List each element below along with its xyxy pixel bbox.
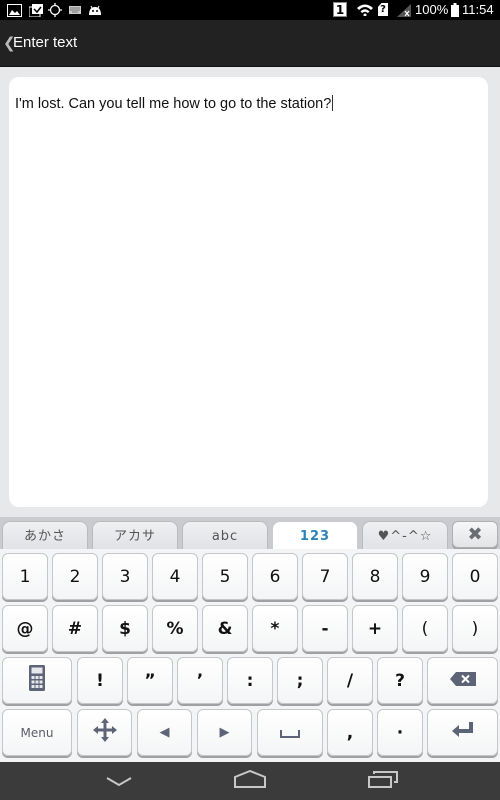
soft-keyboard: あかさ アカサ abc 123 ♥^-^☆ ✖ 1 2 3 4 5 6 7 8 …: [0, 517, 500, 762]
key-ampersand[interactable]: &: [202, 605, 248, 652]
key-6[interactable]: 6: [252, 553, 298, 600]
menu-button[interactable]: Menu: [2, 709, 72, 756]
key-8[interactable]: 8: [352, 553, 398, 600]
key-double-quote[interactable]: ”: [127, 657, 173, 704]
enter-icon: [451, 722, 474, 743]
space-button[interactable]: [257, 709, 323, 756]
tab-katakana[interactable]: アカサ: [92, 521, 178, 551]
gps-target-icon: [48, 3, 62, 17]
right-arrow-icon: ▶: [219, 725, 230, 740]
key-1[interactable]: 1: [2, 553, 48, 600]
nav-recent-apps-button[interactable]: [358, 768, 408, 794]
clock: 11:54: [462, 2, 494, 17]
key-minus[interactable]: -: [302, 605, 348, 652]
recent-apps-icon: [368, 770, 398, 792]
key-exclamation[interactable]: !: [77, 657, 123, 704]
key-colon[interactable]: :: [227, 657, 273, 704]
text-input-value: I'm lost. Can you tell me how to go to t…: [15, 96, 332, 112]
action-bar: ❮ Enter text: [0, 20, 500, 67]
back-down-icon: [106, 772, 132, 791]
status-bar: 1 ? 100% 11:54: [0, 0, 500, 20]
close-icon: ✖: [467, 524, 483, 545]
key-9[interactable]: 9: [402, 553, 448, 600]
backspace-button[interactable]: [427, 657, 498, 704]
text-input[interactable]: I'm lost. Can you tell me how to go to t…: [9, 77, 488, 507]
move-cursor-icon: [92, 718, 117, 747]
clipboard-check-icon: [29, 3, 43, 17]
calculator-icon: [29, 665, 45, 696]
key-0[interactable]: 0: [452, 553, 498, 600]
key-asterisk[interactable]: *: [252, 605, 298, 652]
space-icon: [280, 723, 300, 743]
battery-percent: 100%: [415, 2, 449, 17]
text-caret: [332, 95, 334, 111]
navigation-bar: [0, 762, 500, 800]
key-2[interactable]: 2: [52, 553, 98, 600]
cursor-left-button[interactable]: ◀: [137, 709, 192, 756]
nav-home-button[interactable]: [225, 768, 275, 794]
calculator-button[interactable]: [2, 657, 72, 704]
tab-alphabet[interactable]: abc: [182, 521, 268, 551]
image-notification-icon: [7, 3, 22, 17]
key-3[interactable]: 3: [102, 553, 148, 600]
backspace-icon: [449, 671, 476, 691]
nav-back-button[interactable]: [94, 768, 144, 794]
key-comma[interactable]: ,: [327, 709, 373, 756]
sim-unknown-icon: ?: [378, 3, 388, 16]
sim-1-icon: 1: [333, 2, 347, 17]
move-cursor-button[interactable]: [77, 709, 132, 756]
key-dollar[interactable]: $: [102, 605, 148, 652]
key-slash[interactable]: /: [327, 657, 373, 704]
wifi-icon: [357, 3, 373, 17]
key-5[interactable]: 5: [202, 553, 248, 600]
home-icon: [234, 769, 266, 792]
key-hash[interactable]: #: [52, 605, 98, 652]
key-percent[interactable]: %: [152, 605, 198, 652]
key-open-paren[interactable]: (: [402, 605, 448, 652]
android-debug-icon: [88, 3, 102, 17]
key-4[interactable]: 4: [152, 553, 198, 600]
cursor-right-button[interactable]: ▶: [197, 709, 252, 756]
key-period[interactable]: ·: [377, 709, 423, 756]
key-plus[interactable]: +: [352, 605, 398, 652]
key-single-quote[interactable]: ’: [177, 657, 223, 704]
tab-hiragana[interactable]: あかさ: [2, 521, 88, 551]
page-title[interactable]: Enter text: [13, 33, 77, 53]
close-keyboard-button[interactable]: ✖: [452, 521, 498, 548]
key-at[interactable]: @: [2, 605, 48, 652]
tab-emoticons[interactable]: ♥^-^☆: [362, 521, 448, 551]
keyboard-mode-tabs: あかさ アカサ abc 123 ♥^-^☆ ✖: [0, 517, 500, 553]
key-question[interactable]: ?: [377, 657, 423, 704]
battery-icon: [451, 3, 459, 17]
keyboard-icon: [69, 3, 81, 17]
key-close-paren[interactable]: ): [452, 605, 498, 652]
key-7[interactable]: 7: [302, 553, 348, 600]
left-arrow-icon: ◀: [159, 725, 170, 740]
no-signal-icon: [397, 3, 411, 17]
key-area: 1 2 3 4 5 6 7 8 9 0 @ # $ % & * - + ( ) …: [0, 549, 500, 762]
key-semicolon[interactable]: ;: [277, 657, 323, 704]
editor-container: I'm lost. Can you tell me how to go to t…: [0, 67, 500, 517]
enter-button[interactable]: [427, 709, 498, 756]
